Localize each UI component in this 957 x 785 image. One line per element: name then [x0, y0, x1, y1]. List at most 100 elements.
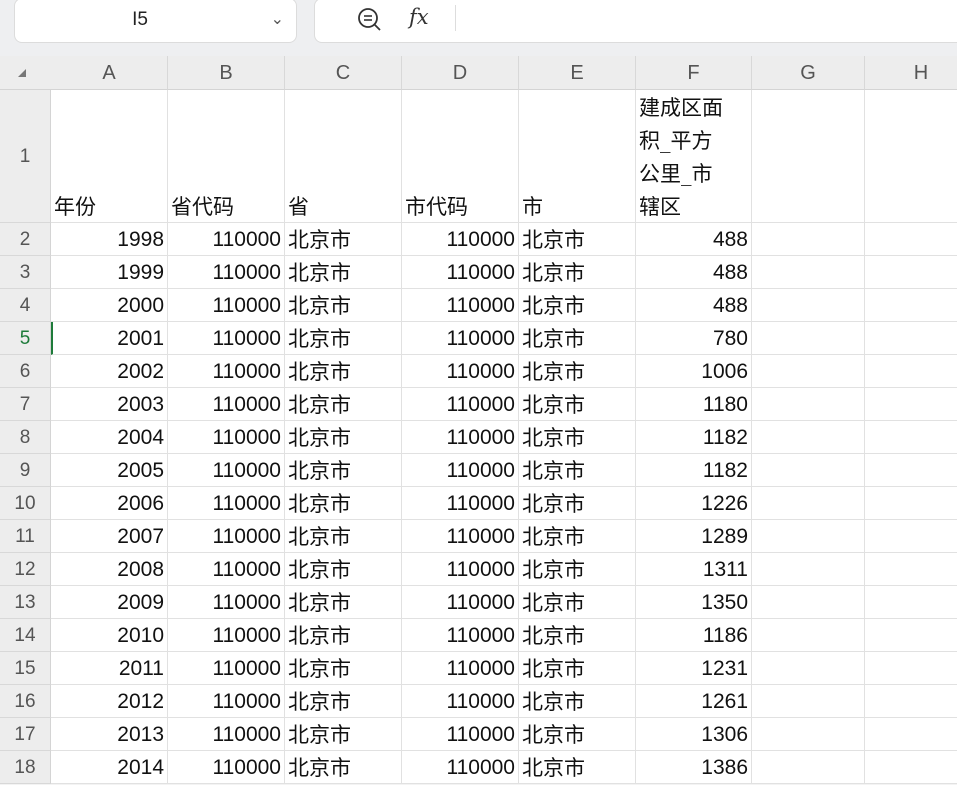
cell-year[interactable]: 2009: [51, 586, 168, 619]
row-header-7[interactable]: 7: [0, 388, 51, 421]
cell-ccode[interactable]: 110000: [402, 718, 519, 751]
column-header-H[interactable]: H: [865, 56, 957, 90]
cell-year[interactable]: 2003: [51, 388, 168, 421]
cell-ccode[interactable]: 110000: [402, 685, 519, 718]
empty-cell[interactable]: [752, 223, 865, 256]
cell-year[interactable]: 2007: [51, 520, 168, 553]
cell-city[interactable]: 北京市: [519, 223, 636, 256]
empty-cell[interactable]: [865, 619, 957, 652]
cell-pcode[interactable]: 110000: [168, 751, 285, 784]
cell-pcode[interactable]: 110000: [168, 619, 285, 652]
row-header-11[interactable]: 11: [0, 520, 51, 553]
cell-city[interactable]: 北京市: [519, 652, 636, 685]
cell-area[interactable]: 1226: [636, 487, 752, 520]
cell-pcode[interactable]: 110000: [168, 454, 285, 487]
cell-city[interactable]: 北京市: [519, 718, 636, 751]
column-header-E[interactable]: E: [519, 56, 636, 90]
empty-cell[interactable]: [865, 289, 957, 322]
cell-city[interactable]: 北京市: [519, 685, 636, 718]
cell-pcode[interactable]: 110000: [168, 685, 285, 718]
cell-year[interactable]: 1998: [51, 223, 168, 256]
cell-prov[interactable]: 北京市: [285, 751, 402, 784]
row-header-4[interactable]: 4: [0, 289, 51, 322]
cell-ccode[interactable]: 110000: [402, 553, 519, 586]
empty-cell[interactable]: [865, 454, 957, 487]
cell-year[interactable]: 2000: [51, 289, 168, 322]
empty-cell[interactable]: [752, 256, 865, 289]
cell-area[interactable]: 1182: [636, 421, 752, 454]
cell-pcode[interactable]: 110000: [168, 553, 285, 586]
column-header-A[interactable]: A: [51, 56, 168, 90]
cell-year[interactable]: 2012: [51, 685, 168, 718]
cell-city[interactable]: 北京市: [519, 619, 636, 652]
cell-prov[interactable]: 北京市: [285, 586, 402, 619]
zoom-out-icon[interactable]: [357, 7, 383, 33]
cell-prov[interactable]: 北京市: [285, 421, 402, 454]
cell-pcode[interactable]: 110000: [168, 718, 285, 751]
empty-cell[interactable]: [865, 421, 957, 454]
row-header-3[interactable]: 3: [0, 256, 51, 289]
cell-pcode[interactable]: 110000: [168, 487, 285, 520]
empty-cell[interactable]: [865, 223, 957, 256]
empty-cell[interactable]: [865, 90, 957, 223]
cell-city[interactable]: 北京市: [519, 355, 636, 388]
cell-ccode[interactable]: 110000: [402, 322, 519, 355]
cell-area[interactable]: 1386: [636, 751, 752, 784]
empty-cell[interactable]: [752, 289, 865, 322]
cell-city[interactable]: 北京市: [519, 421, 636, 454]
empty-cell[interactable]: [752, 487, 865, 520]
header-cell-city[interactable]: 市: [519, 90, 636, 223]
empty-cell[interactable]: [865, 718, 957, 751]
row-header-1[interactable]: 1: [0, 90, 51, 223]
cell-year[interactable]: 2011: [51, 652, 168, 685]
select-all-button[interactable]: [0, 56, 51, 90]
header-cell-year[interactable]: 年份: [51, 90, 168, 223]
cell-area[interactable]: 1261: [636, 685, 752, 718]
cell-pcode[interactable]: 110000: [168, 421, 285, 454]
row-header-9[interactable]: 9: [0, 454, 51, 487]
row-header-12[interactable]: 12: [0, 553, 51, 586]
cell-pcode[interactable]: 110000: [168, 289, 285, 322]
cell-ccode[interactable]: 110000: [402, 619, 519, 652]
cell-pcode[interactable]: 110000: [168, 652, 285, 685]
row-header-8[interactable]: 8: [0, 421, 51, 454]
cell-prov[interactable]: 北京市: [285, 619, 402, 652]
cell-area[interactable]: 1289: [636, 520, 752, 553]
empty-cell[interactable]: [752, 388, 865, 421]
empty-cell[interactable]: [865, 487, 957, 520]
cell-year[interactable]: 2004: [51, 421, 168, 454]
function-icon[interactable]: fx: [409, 5, 429, 29]
empty-cell[interactable]: [752, 553, 865, 586]
cell-ccode[interactable]: 110000: [402, 487, 519, 520]
cell-year[interactable]: 2013: [51, 718, 168, 751]
cell-year[interactable]: 2002: [51, 355, 168, 388]
row-header-5[interactable]: 5: [0, 322, 51, 355]
empty-cell[interactable]: [752, 355, 865, 388]
header-cell-ccode[interactable]: 市代码: [402, 90, 519, 223]
cell-prov[interactable]: 北京市: [285, 355, 402, 388]
cell-prov[interactable]: 北京市: [285, 487, 402, 520]
empty-cell[interactable]: [752, 90, 865, 223]
row-header-6[interactable]: 6: [0, 355, 51, 388]
cell-ccode[interactable]: 110000: [402, 223, 519, 256]
cell-year[interactable]: 2005: [51, 454, 168, 487]
cell-pcode[interactable]: 110000: [168, 355, 285, 388]
cell-ccode[interactable]: 110000: [402, 256, 519, 289]
cell-ccode[interactable]: 110000: [402, 388, 519, 421]
cell-area[interactable]: 1306: [636, 718, 752, 751]
cell-year[interactable]: 2008: [51, 553, 168, 586]
row-header-15[interactable]: 15: [0, 652, 51, 685]
chevron-down-icon[interactable]: ⌄: [271, 9, 284, 29]
header-cell-pcode[interactable]: 省代码: [168, 90, 285, 223]
cell-pcode[interactable]: 110000: [168, 223, 285, 256]
empty-cell[interactable]: [865, 256, 957, 289]
row-header-2[interactable]: 2: [0, 223, 51, 256]
empty-cell[interactable]: [752, 718, 865, 751]
cell-ccode[interactable]: 110000: [402, 289, 519, 322]
cell-city[interactable]: 北京市: [519, 520, 636, 553]
cell-area[interactable]: 1311: [636, 553, 752, 586]
cell-city[interactable]: 北京市: [519, 487, 636, 520]
cell-ccode[interactable]: 110000: [402, 454, 519, 487]
empty-cell[interactable]: [865, 751, 957, 784]
cell-prov[interactable]: 北京市: [285, 322, 402, 355]
